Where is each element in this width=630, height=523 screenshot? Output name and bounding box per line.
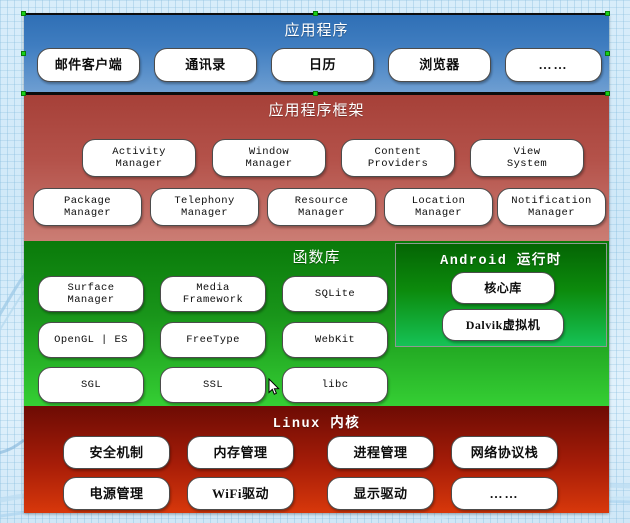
runtime-item-dalvik-vm[interactable]: Dalvik虚拟机 (442, 309, 564, 341)
layer-applications[interactable]: 应用程序 邮件客户端 通讯录 日历 浏览器 …… (24, 14, 609, 93)
selection-handle-middle-right[interactable] (605, 51, 610, 56)
app-item-email-client[interactable]: 邮件客户端 (37, 48, 140, 82)
app-item-more[interactable]: …… (505, 48, 602, 82)
kernel-item-security[interactable]: 安全机制 (63, 436, 170, 469)
library-item-libc[interactable]: libc (282, 367, 388, 403)
panel-android-runtime-title: Android 运行时 (440, 254, 562, 269)
framework-item-activity-manager[interactable]: Activity Manager (82, 139, 196, 177)
panel-android-runtime[interactable]: Android 运行时 核心库 Dalvik虚拟机 (395, 243, 607, 347)
kernel-item-process-management[interactable]: 进程管理 (327, 436, 434, 469)
library-item-ssl[interactable]: SSL (160, 367, 266, 403)
selection-handle-middle-left[interactable] (21, 51, 26, 56)
app-item-contacts[interactable]: 通讯录 (154, 48, 257, 82)
framework-item-window-manager[interactable]: Window Manager (212, 139, 326, 177)
runtime-item-core-libraries[interactable]: 核心库 (451, 272, 555, 304)
library-item-sqlite[interactable]: SQLite (282, 276, 388, 312)
kernel-item-memory-management[interactable]: 内存管理 (187, 436, 294, 469)
framework-item-view-system[interactable]: View System (470, 139, 584, 177)
library-item-surface-manager[interactable]: Surface Manager (38, 276, 144, 312)
layer-application-framework-title: 应用程序框架 (268, 103, 365, 119)
selection-handle-bottom-right[interactable] (605, 91, 610, 96)
selection-handle-top-right[interactable] (605, 11, 610, 16)
kernel-item-more[interactable]: …… (451, 477, 558, 510)
kernel-item-display-driver[interactable]: 显示驱动 (327, 477, 434, 510)
layer-libraries[interactable]: 函数库 Surface Manager Media Framework SQLi… (24, 241, 609, 406)
framework-item-content-providers[interactable]: Content Providers (341, 139, 455, 177)
layer-applications-title: 应用程序 (284, 23, 349, 39)
library-item-freetype[interactable]: FreeType (160, 322, 266, 358)
library-item-opengl-es[interactable]: OpenGL | ES (38, 322, 144, 358)
kernel-item-wifi-driver[interactable]: WiFi驱动 (187, 477, 294, 510)
selection-handle-bottom-left[interactable] (21, 91, 26, 96)
layer-linux-kernel-title: Linux 内核 (272, 417, 361, 432)
kernel-item-network-stack[interactable]: 网络协议栈 (451, 436, 558, 469)
library-item-sgl[interactable]: SGL (38, 367, 144, 403)
app-item-calendar[interactable]: 日历 (271, 48, 374, 82)
framework-item-telephony-manager[interactable]: Telephony Manager (150, 188, 259, 226)
library-item-webkit[interactable]: WebKit (282, 322, 388, 358)
framework-item-package-manager[interactable]: Package Manager (33, 188, 142, 226)
framework-item-resource-manager[interactable]: Resource Manager (267, 188, 376, 226)
framework-item-notification-manager[interactable]: Notification Manager (497, 188, 606, 226)
selection-handle-top-center[interactable] (313, 11, 318, 16)
kernel-item-power-management[interactable]: 电源管理 (63, 477, 170, 510)
selection-handle-bottom-center[interactable] (313, 91, 318, 96)
layer-application-framework[interactable]: 应用程序框架 Activity Manager Window Manager C… (24, 94, 609, 241)
selection-handle-top-left[interactable] (21, 11, 26, 16)
library-item-media-framework[interactable]: Media Framework (160, 276, 266, 312)
layer-linux-kernel[interactable]: Linux 内核 安全机制 内存管理 进程管理 网络协议栈 电源管理 WiFi驱… (24, 406, 609, 513)
android-architecture-diagram[interactable]: 应用程序 邮件客户端 通讯录 日历 浏览器 …… 应用程序框架 Activity… (21, 11, 610, 513)
app-item-browser[interactable]: 浏览器 (388, 48, 491, 82)
framework-item-location-manager[interactable]: Location Manager (384, 188, 493, 226)
